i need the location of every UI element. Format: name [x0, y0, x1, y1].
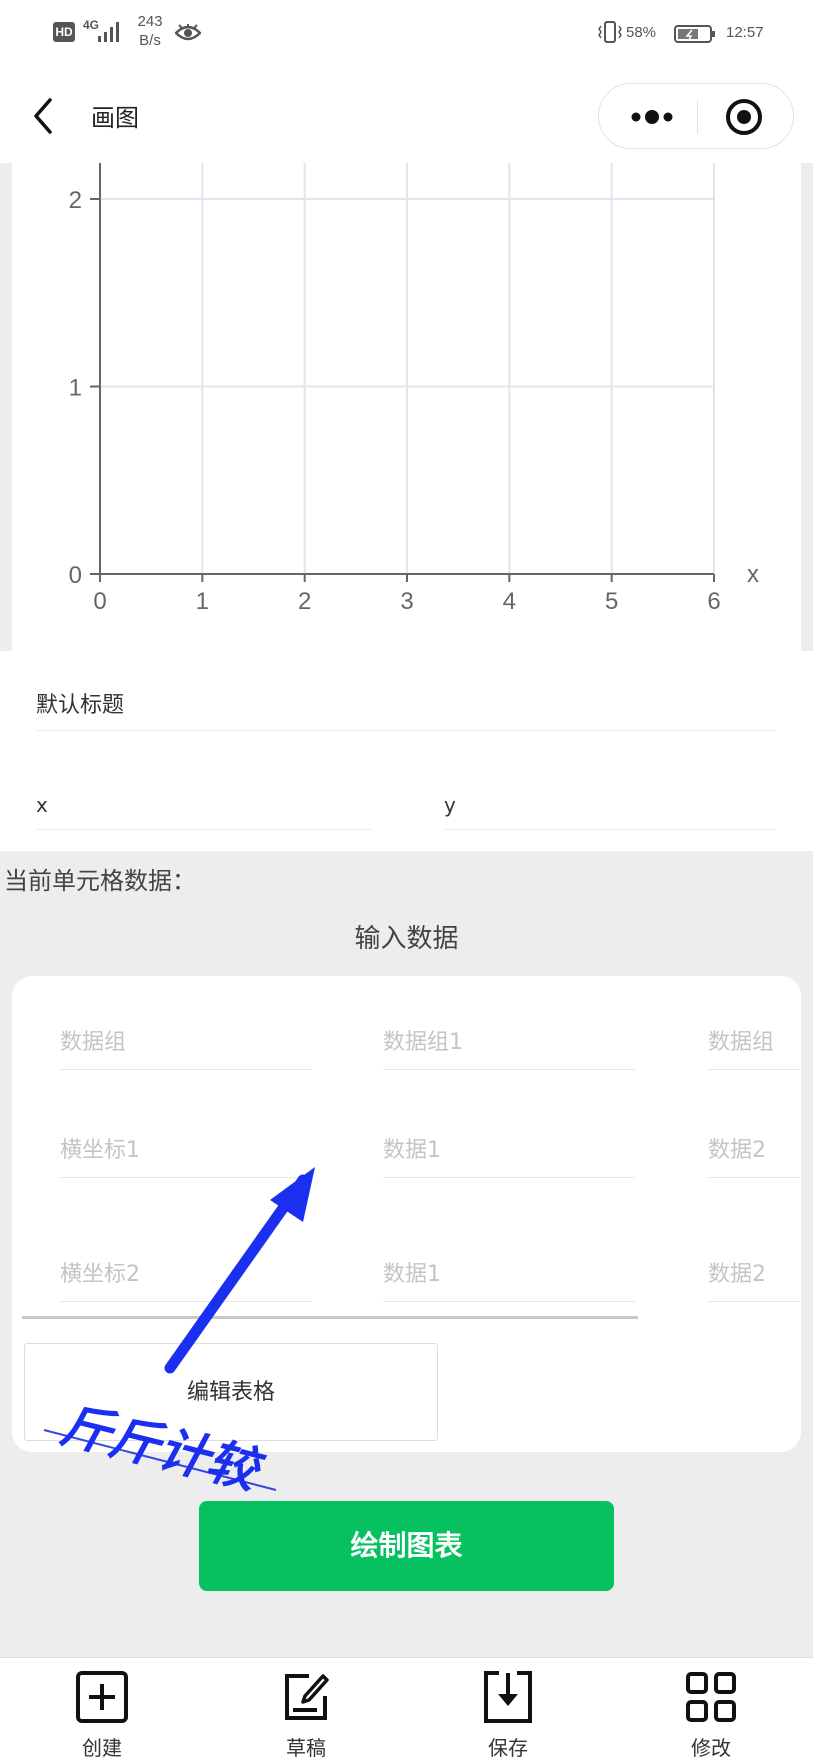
draft-edit-icon — [285, 1674, 329, 1720]
input-data-heading: 输入数据 — [354, 924, 459, 954]
speed-value: 243 — [137, 13, 163, 30]
y-tick-label: 1 — [69, 375, 82, 402]
tab-label: 创建 — [82, 1736, 122, 1760]
back-icon[interactable] — [28, 96, 58, 136]
hd-indicator: HD — [53, 22, 75, 42]
table-cell[interactable]: 数据2 — [708, 1248, 801, 1302]
close-target-icon[interactable] — [711, 94, 777, 140]
tab-label: 草稿 — [286, 1736, 326, 1760]
table-cell[interactable]: 数据1 — [383, 1248, 635, 1302]
horizontal-scrollbar[interactable] — [22, 1316, 638, 1319]
table-cell[interactable]: 数据组 — [60, 1016, 312, 1070]
network-speed: 243 B/s — [133, 12, 167, 50]
x-tick-label: 5 — [605, 588, 618, 615]
x-tick-label: 3 — [400, 588, 413, 615]
data-table: 数据组 数据组1 数据组 横坐标1 数据1 数据2 横坐标2 数据1 数据2 编… — [12, 976, 801, 1452]
clock: 12:57 — [726, 24, 764, 41]
table-cell[interactable]: 数据2 — [708, 1124, 801, 1178]
y-tick-label: 2 — [69, 187, 82, 214]
current-cell-label: 当前单元格数据： — [4, 867, 196, 895]
chart-canvas: 0 1 2 3 4 5 6 0 1 2 x — [69, 163, 759, 615]
signal-icon — [98, 22, 119, 42]
draw-chart-button[interactable]: 绘制图表 — [199, 1501, 614, 1591]
tab-label: 保存 — [488, 1736, 528, 1760]
table-cell[interactable]: 数据组 — [708, 1016, 801, 1070]
chart-title-input[interactable]: 默认标题 — [36, 681, 776, 731]
status-bar: HD 4G 243 B/s 58% 12:57 — [0, 0, 813, 70]
tab-save[interactable]: 保存 — [448, 1658, 568, 1762]
speed-unit: B/s — [139, 32, 161, 49]
battery-icon — [674, 25, 715, 43]
mini-program-capsule — [598, 83, 794, 149]
tab-draft[interactable]: 草稿 — [246, 1658, 366, 1762]
table-cell[interactable]: 数据1 — [383, 1124, 635, 1178]
nav-bar: 画图 — [0, 70, 813, 163]
y-label-input[interactable]: y — [444, 780, 776, 830]
chart-area: 0 1 2 3 4 5 6 0 1 2 x — [12, 163, 801, 651]
y-tick-label: 0 — [69, 562, 82, 589]
x-tick-label: 1 — [196, 588, 209, 615]
x-tick-label: 4 — [503, 588, 516, 615]
vibrate-icon — [598, 21, 622, 43]
tab-bar: 创建 草稿 保存 修改 — [0, 1657, 813, 1762]
more-icon[interactable] — [619, 94, 685, 140]
tab-label: 修改 — [691, 1736, 731, 1760]
table-cell[interactable]: 数据组1 — [383, 1016, 635, 1070]
table-cell[interactable]: 横坐标2 — [60, 1248, 312, 1302]
x-tick-label: 0 — [93, 588, 106, 615]
eye-icon — [175, 24, 201, 41]
chart-settings-form: 默认标题 x y — [0, 651, 813, 851]
battery-percent: 58% — [626, 24, 657, 41]
grid-apps-icon — [686, 1672, 736, 1722]
edit-table-button[interactable]: 编辑表格 — [24, 1343, 438, 1441]
x-tick-label: 6 — [707, 588, 720, 615]
page-title: 画图 — [91, 104, 139, 132]
tab-create[interactable]: 创建 — [42, 1658, 162, 1762]
x-label-input[interactable]: x — [36, 780, 372, 830]
x-axis-label: x — [747, 561, 759, 588]
add-square-icon — [76, 1671, 128, 1723]
capsule-divider — [697, 100, 698, 134]
table-cell[interactable]: 横坐标1 — [60, 1124, 312, 1178]
x-tick-label: 2 — [298, 588, 311, 615]
tab-modify[interactable]: 修改 — [651, 1658, 771, 1762]
save-download-icon — [484, 1671, 532, 1723]
